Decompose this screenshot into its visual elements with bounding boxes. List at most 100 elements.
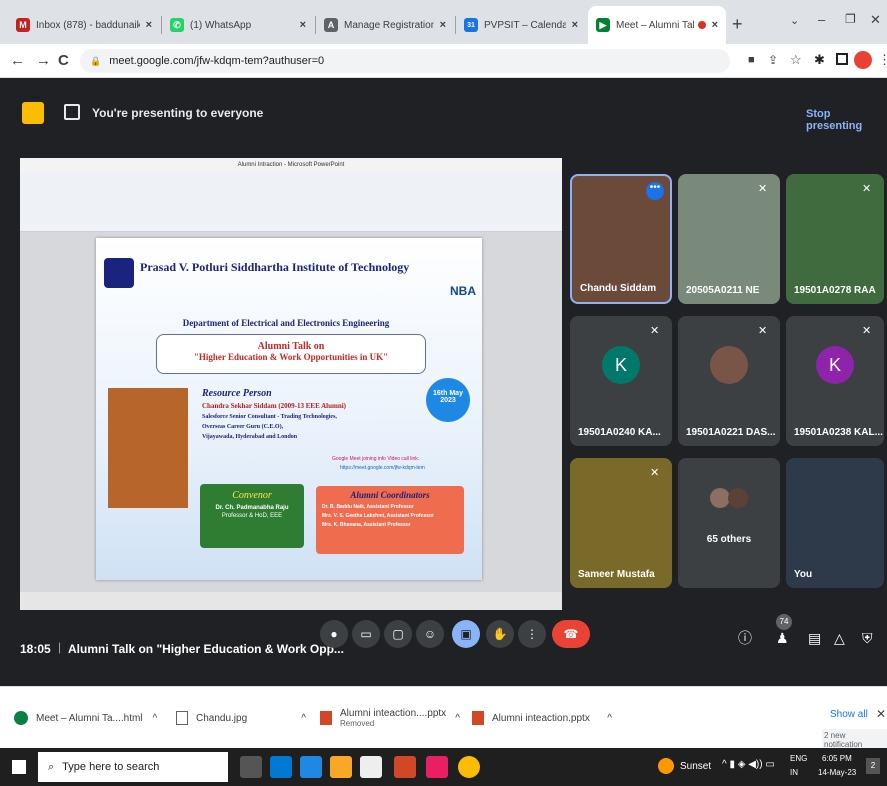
meeting-info-icon[interactable]: ⓘ — [738, 628, 752, 648]
tab-gmail[interactable]: M Inbox (878) - baddunaik@gm × — [8, 6, 160, 44]
taskbar-search-box[interactable]: ⌕ Type here to search — [38, 752, 228, 782]
download-item[interactable]: Meet – Alumni Ta....html ^ — [14, 701, 164, 735]
chat-icon[interactable]: ▤ — [808, 630, 821, 647]
window-close-icon[interactable]: ✕ — [870, 12, 881, 28]
close-tab-icon[interactable]: × — [146, 19, 152, 31]
presenting-banner-text: You're presenting to everyone — [92, 106, 264, 120]
powerpoint-icon[interactable] — [394, 756, 416, 778]
tab-registrations[interactable]: A Manage Registrations - Pers × — [316, 6, 454, 44]
mic-button[interactable]: ● — [320, 620, 348, 648]
language-1[interactable]: ENG — [790, 754, 807, 763]
calendar-icon: 31 — [464, 18, 478, 32]
chrome-icon[interactable] — [458, 756, 480, 778]
chevron-up-icon[interactable]: ^ — [301, 713, 306, 724]
activities-icon[interactable]: △ — [834, 630, 845, 647]
windows-start-icon[interactable] — [12, 760, 26, 774]
mail-icon[interactable] — [300, 756, 322, 778]
download-item[interactable]: Chandu.jpg ^ — [176, 701, 306, 735]
chevron-up-icon[interactable]: ^ — [607, 713, 612, 724]
forward-icon[interactable]: → — [36, 52, 51, 69]
file-explorer-icon[interactable] — [330, 756, 352, 778]
close-downloads-icon[interactable]: ✕ — [876, 707, 886, 721]
stop-presenting-button[interactable]: Stop presenting — [806, 108, 887, 132]
weather-text[interactable]: Sunset — [680, 761, 711, 772]
coordinator-1: Dr. B. Baddu Naik, Assistant Professor — [322, 504, 414, 510]
sidepanel-icon[interactable] — [836, 53, 848, 65]
present-icon — [22, 102, 44, 124]
download-info: Alumni inteaction....pptx Removed — [340, 708, 455, 728]
resource-role2: Overseas Career Guru (C.E.O), — [202, 424, 284, 430]
tab-label: Inbox (878) - baddunaik@gm — [36, 19, 140, 31]
tab-search-icon[interactable]: ⌄ — [790, 14, 799, 27]
close-tab-icon[interactable]: × — [572, 19, 578, 31]
tab-meet[interactable]: ▶ Meet – Alumni Talk on ' × — [588, 6, 726, 44]
tab-whatsapp[interactable]: ✆ (1) WhatsApp × — [162, 6, 314, 44]
notification-center-icon[interactable]: 2 — [866, 758, 880, 774]
camera-icon[interactable]: ■ — [748, 54, 755, 66]
host-controls-icon[interactable]: ⛨ — [862, 630, 873, 647]
photos-icon[interactable] — [426, 756, 448, 778]
title-divider: | — [58, 640, 62, 654]
close-tab-icon[interactable]: × — [440, 19, 446, 31]
people-icon[interactable]: ♟ — [776, 630, 789, 647]
close-tab-icon[interactable]: × — [300, 19, 306, 31]
camera-button[interactable]: ▭ — [352, 620, 380, 648]
ppt-canvas: Prasad V. Potluri Siddhartha Institute o… — [20, 232, 562, 592]
profile-avatar[interactable] — [854, 51, 872, 69]
tray-icons[interactable]: ^ ▮ ◈ ◀)) ▭ — [722, 759, 775, 770]
mic-off-icon: ✕ — [650, 325, 660, 337]
participant-tile[interactable]: ✕ 20505A0211 NE — [678, 174, 780, 304]
more-options-icon[interactable]: ••• — [646, 182, 664, 200]
meeting-time: 18:05 — [20, 642, 51, 656]
task-view-icon[interactable] — [240, 756, 262, 778]
mic-off-icon: ✕ — [758, 325, 768, 337]
clock-date[interactable]: 14-May-23 — [818, 768, 856, 777]
menu-icon[interactable]: ⋮ — [878, 52, 887, 68]
participant-tile[interactable]: You — [786, 458, 884, 588]
leave-call-button[interactable]: ☎ — [552, 620, 590, 648]
extensions-icon[interactable]: ✱ — [814, 52, 825, 68]
windows-taskbar: ⌕ Type here to search Sunset ^ ▮ ◈ ◀)) ▭… — [0, 748, 887, 786]
download-filename: Alumni inteaction....pptx — [340, 708, 447, 719]
bookmark-star-icon[interactable]: ☆ — [790, 52, 802, 68]
address-bar[interactable]: 🔒 meet.google.com/jfw-kdqm-tem?authuser=… — [80, 49, 730, 73]
clock-time[interactable]: 6:05 PM — [822, 754, 852, 763]
participant-tile[interactable]: ✕ K 19501A0240 KA... — [570, 316, 672, 446]
show-all-button[interactable]: Show all — [830, 709, 868, 720]
participant-tile[interactable]: ••• Chandu Siddam — [570, 174, 672, 304]
store-icon[interactable] — [360, 756, 382, 778]
minimize-icon[interactable]: – — [818, 12, 825, 27]
download-item[interactable]: Alumni inteaction.pptx ^ — [472, 701, 612, 735]
maximize-icon[interactable]: ❐ — [845, 12, 856, 26]
participant-tile[interactable]: ✕ Sameer Mustafa — [570, 458, 672, 588]
tab-calendar[interactable]: 31 PVPSIT – Calendar - Sunday, × — [456, 6, 586, 44]
captions-button[interactable]: ▢ — [384, 620, 412, 648]
download-item[interactable]: Alumni inteaction....pptx Removed ^ — [320, 701, 460, 735]
search-placeholder: Type here to search — [62, 761, 160, 773]
participant-name: 19501A0278 RAA — [794, 285, 876, 296]
raise-hand-button[interactable]: ✋ — [486, 620, 514, 648]
avatar — [710, 488, 730, 508]
chevron-up-icon[interactable]: ^ — [455, 713, 460, 724]
language-2[interactable]: IN — [790, 768, 798, 777]
convenor-role: Professor & HoD, EEE — [221, 513, 283, 519]
back-icon[interactable]: ← — [10, 52, 25, 69]
meeting-title: Alumni Talk on "Higher Education & Work … — [68, 642, 344, 656]
more-options-button[interactable]: ⋮ — [518, 620, 546, 648]
present-button[interactable]: ▣ — [452, 620, 480, 648]
edge-icon[interactable] — [270, 756, 292, 778]
close-tab-icon[interactable]: × — [712, 19, 718, 31]
share-icon[interactable]: ⇪ — [768, 53, 778, 67]
chevron-up-icon[interactable]: ^ — [153, 713, 158, 724]
participant-tile[interactable]: ✕ 19501A0221 DAS... — [678, 316, 780, 446]
participant-tile[interactable]: 65 others — [678, 458, 780, 588]
resource-role3: Vijayawada, Hyderabad and London — [202, 434, 298, 440]
search-icon: ⌕ — [48, 760, 55, 773]
new-tab-button[interactable]: + — [732, 14, 743, 35]
reload-icon[interactable]: C — [58, 52, 69, 69]
emoji-button[interactable]: ☺ — [416, 620, 444, 648]
resource-person-photo — [108, 388, 188, 508]
participant-tile[interactable]: ✕ 19501A0278 RAA — [786, 174, 884, 304]
recording-dot-icon — [697, 21, 706, 29]
participant-tile[interactable]: ✕ K 19501A0238 KAL... — [786, 316, 884, 446]
